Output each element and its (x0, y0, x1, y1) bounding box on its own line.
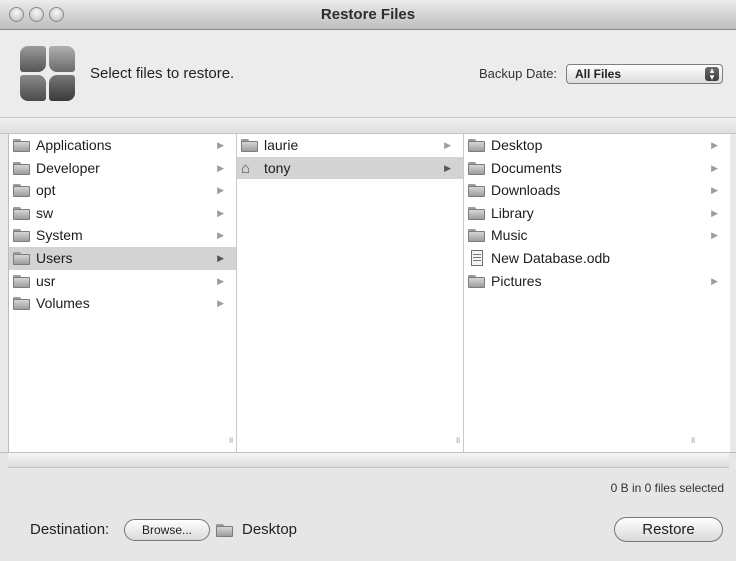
destination-label: Destination: (30, 521, 110, 538)
browser-item-label: Music (491, 227, 528, 244)
browser-item-label: System (36, 227, 83, 244)
browser-item-label: Developer (36, 159, 100, 176)
browser-item-label: Pictures (491, 272, 542, 289)
browser-item-label: Users (36, 249, 73, 266)
disclosure-arrow-icon: ▶ (444, 162, 451, 173)
horizontal-scrollbar[interactable] (8, 453, 729, 468)
folder-icon (468, 206, 486, 220)
browser-item[interactable]: Volumes ▶ (9, 292, 236, 315)
footer: 0 B in 0 files selected Destination: Bro… (0, 452, 736, 561)
destination-folder-name: Desktop (242, 521, 298, 538)
column-browser: Applications ▶ Developer ▶ opt ▶ sw ▶ System ▶ Use… (8, 134, 730, 452)
disclosure-arrow-icon: ▶ (711, 140, 718, 150)
browser-item[interactable]: Applications ▶ (9, 134, 236, 157)
browser-item-label: Desktop (491, 137, 543, 153)
disclosure-arrow-icon: ▶ (217, 275, 224, 286)
browser-item[interactable]: laurie ▶ (237, 134, 463, 157)
select-stepper-icon: ▴ ▾ (705, 66, 719, 82)
disclosure-arrow-icon: ▶ (217, 298, 224, 309)
folder-icon (13, 206, 31, 220)
selection-status: 0 B in 0 files selected (610, 481, 724, 495)
window-title: Restore Files (320, 6, 416, 23)
column-resize-handle[interactable]: ॥ (228, 433, 233, 446)
disclosure-arrow-icon: ▶ (444, 140, 451, 150)
browser-item-label: opt (36, 182, 56, 199)
folder-icon (13, 184, 31, 198)
disclosure-arrow-icon: ▶ (711, 162, 718, 173)
disclosure-arrow-icon: ▶ (711, 230, 718, 241)
browser-item-label: Volumes (36, 295, 90, 312)
folder-icon (13, 139, 31, 152)
browser-item[interactable]: Documents ▶ (464, 157, 730, 180)
browser-item[interactable]: Developer ▶ (9, 157, 236, 180)
backup-date-label: Backup Date: (479, 66, 558, 81)
folder-icon (468, 161, 486, 175)
backup-date-select[interactable]: All Files ▴ ▾ (566, 64, 723, 84)
browser-item[interactable]: Library ▶ (464, 202, 730, 225)
home-icon: ⌂ (241, 159, 251, 177)
browser-column-1: Applications ▶ Developer ▶ opt ▶ sw ▶ System ▶ Use… (9, 134, 237, 452)
disclosure-arrow-icon: ▶ (217, 252, 224, 263)
browser-item-label: tony (264, 159, 291, 176)
disclosure-arrow-icon: ▶ (711, 185, 718, 196)
browser-header-bar (0, 117, 736, 134)
document-icon (468, 249, 486, 266)
browser-item[interactable]: Music ▶ (464, 224, 730, 247)
instruction-text: Select files to restore. (90, 65, 235, 82)
folder-icon (13, 161, 31, 175)
browser-column-2: laurie ▶ ⌂ tony ▶ ॥ (237, 134, 464, 452)
browser-item-label: Documents (491, 159, 562, 176)
disclosure-arrow-icon: ▶ (217, 207, 224, 218)
folder-icon (241, 139, 259, 152)
folder-icon (468, 139, 486, 152)
browser-item[interactable]: Desktop ▶ (464, 134, 730, 157)
browser-item-label: Downloads (491, 182, 561, 199)
folder-icon (13, 274, 31, 288)
browser-item[interactable]: Users ▶ (9, 246, 236, 270)
browser-item[interactable]: Downloads ▶ (464, 179, 730, 202)
browser-item[interactable]: Pictures ▶ (464, 270, 730, 293)
disclosure-arrow-icon: ▶ (217, 185, 224, 196)
browser-item-label: sw (36, 204, 54, 221)
header: Select files to restore. Backup Date: Al… (0, 31, 736, 117)
disclosure-arrow-icon: ▶ (217, 162, 224, 173)
browser-item-label: Library (491, 204, 534, 221)
browser-item[interactable]: ⌂ tony ▶ (237, 156, 463, 180)
folder-icon (13, 251, 31, 265)
folder-icon (13, 229, 31, 243)
browser-item-label: laurie (264, 137, 299, 153)
folder-icon (468, 184, 486, 198)
title-bar[interactable]: Restore Files (0, 0, 736, 30)
restore-files-window: Restore Files Select files to restore. B… (0, 0, 736, 561)
restore-app-icon (20, 46, 76, 102)
disclosure-arrow-icon: ▶ (217, 140, 224, 150)
browser-item[interactable]: sw ▶ (9, 202, 236, 225)
column-resize-handle[interactable]: ॥ (690, 433, 695, 446)
column-resize-handle[interactable]: ॥ (455, 433, 460, 446)
restore-button[interactable]: Restore (614, 517, 723, 542)
browser-item-label: usr (36, 272, 56, 289)
disclosure-arrow-icon: ▶ (711, 207, 718, 218)
backup-date-value: All Files (575, 67, 622, 81)
browser-item[interactable]: System ▶ (9, 224, 236, 247)
browser-item[interactable]: New Database.odb (464, 247, 730, 270)
disclosure-arrow-icon: ▶ (217, 230, 224, 241)
folder-icon (13, 297, 31, 311)
destination-folder-icon (216, 524, 234, 537)
browser-item-label: Applications (36, 137, 112, 153)
folder-icon (468, 274, 486, 288)
browser-item[interactable]: usr ▶ (9, 270, 236, 293)
browse-button[interactable]: Browse... (124, 519, 210, 541)
disclosure-arrow-icon: ▶ (711, 275, 718, 286)
browser-item-label: New Database.odb (491, 249, 611, 266)
folder-icon (468, 229, 486, 243)
browser-column-3: Desktop ▶ Documents ▶ Downloads ▶ Library ▶ Musi… (464, 134, 730, 452)
browser-item[interactable]: opt ▶ (9, 179, 236, 202)
